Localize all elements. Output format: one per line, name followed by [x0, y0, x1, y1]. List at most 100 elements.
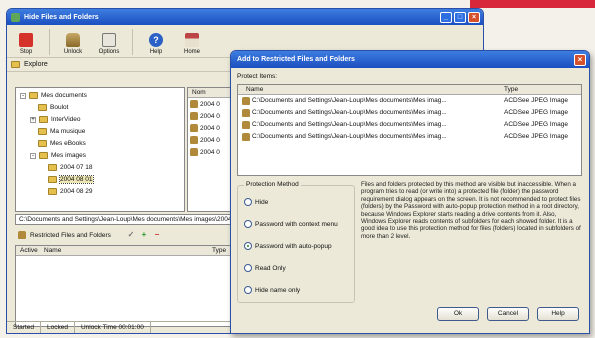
method-hide-name-radio[interactable]: Hide name only: [244, 286, 300, 294]
protect-item-type: ACDSee JPEG Image: [504, 109, 568, 116]
restricted-files-bar: Restricted Files and Folders ✓ + −: [15, 227, 237, 243]
tree-node-label: Boulot: [50, 104, 69, 111]
folder-icon: [48, 164, 57, 171]
locked-folder-icon: [190, 112, 198, 120]
radio-label: Password with context menu: [255, 220, 338, 228]
method-read-only-radio[interactable]: Read Only: [244, 264, 286, 272]
radio-label: Hide: [255, 198, 269, 206]
tree-node[interactable]: + InterVideo: [30, 116, 81, 123]
app-icon: [11, 12, 20, 22]
ok-button[interactable]: Ok: [437, 307, 479, 321]
home-label: Home: [183, 49, 200, 55]
column-name[interactable]: Name: [246, 85, 263, 95]
tree-node-label: Mes eBooks: [50, 140, 86, 147]
tree-node[interactable]: Ma musique: [38, 128, 85, 135]
main-window-title: Hide Files and Folders: [24, 13, 99, 21]
dialog-title-bar[interactable]: Add to Restricted Files and Folders ×: [231, 51, 589, 68]
list-item[interactable]: 2004 0: [188, 110, 236, 122]
list-item[interactable]: 2004 0: [188, 122, 236, 134]
collapse-icon[interactable]: -: [20, 92, 26, 99]
column-name[interactable]: Name: [44, 246, 61, 256]
add-icon[interactable]: +: [140, 231, 148, 239]
cancel-button[interactable]: Cancel: [487, 307, 529, 321]
tree-node[interactable]: 2004 08 29: [48, 188, 93, 195]
protect-items-list[interactable]: Name Type C:\Documents and Settings\Jean…: [237, 84, 582, 176]
remove-icon[interactable]: −: [153, 231, 161, 239]
protect-item-row[interactable]: C:\Documents and Settings\Jean-Loup\Mes …: [238, 107, 581, 119]
protect-item-row[interactable]: C:\Documents and Settings\Jean-Loup\Mes …: [238, 131, 581, 143]
expand-icon[interactable]: +: [30, 116, 36, 123]
folder-icon: [38, 128, 47, 135]
column-active[interactable]: Active: [20, 246, 38, 256]
locked-file-icon: [242, 97, 250, 105]
radio-icon: [244, 220, 252, 228]
protect-item-row[interactable]: C:\Documents and Settings\Jean-Loup\Mes …: [238, 95, 581, 107]
help-button[interactable]: ? Help: [143, 33, 169, 55]
protect-item-name: C:\Documents and Settings\Jean-Loup\Mes …: [252, 97, 447, 104]
list-header-name[interactable]: Nom: [188, 88, 236, 98]
locked-folder-icon: [190, 148, 198, 156]
stop-label: Stop: [19, 49, 33, 55]
locked-file-icon: [242, 121, 250, 129]
close-button[interactable]: ×: [468, 11, 480, 23]
protect-item-type: ACDSee JPEG Image: [504, 121, 568, 128]
stop-button[interactable]: Stop: [13, 33, 39, 55]
options-button[interactable]: Options: [96, 33, 122, 55]
current-path: C:\Documents and Settings\Jean-Loup\Mes …: [15, 214, 237, 225]
help-dialog-button[interactable]: Help: [537, 307, 579, 321]
folder-icon: [38, 140, 47, 147]
column-type[interactable]: Type: [212, 246, 226, 256]
list-item[interactable]: 2004 0: [188, 146, 236, 158]
method-auto-popup-radio[interactable]: Password with auto-popup: [244, 242, 332, 250]
status-unlock-time: Unlock Time 00:01:00: [75, 322, 151, 333]
protection-method-label: Protection Method: [244, 181, 301, 188]
dialog-close-button[interactable]: ×: [574, 53, 586, 66]
help-label: Help: [149, 49, 163, 55]
list-item[interactable]: 2004 0: [188, 98, 236, 110]
folder-tree[interactable]: - Mes documents Boulot + InterVideo Ma m…: [15, 87, 185, 212]
method-context-menu-radio[interactable]: Password with context menu: [244, 220, 338, 228]
minimize-button[interactable]: _: [440, 11, 452, 23]
folder-icon: [48, 188, 57, 195]
protect-item-row[interactable]: C:\Documents and Settings\Jean-Loup\Mes …: [238, 119, 581, 131]
tree-node[interactable]: Mes eBooks: [38, 140, 86, 147]
method-hide-radio[interactable]: Hide: [244, 198, 268, 206]
radio-label: Read Only: [255, 264, 286, 272]
folder-icon: [29, 92, 38, 99]
main-title-bar[interactable]: Hide Files and Folders _ □ ×: [7, 9, 483, 25]
dialog-buttons: Ok Cancel Help: [437, 307, 579, 321]
protect-item-type: ACDSee JPEG Image: [504, 97, 568, 104]
list-item-label: 2004 0: [200, 124, 220, 132]
help-icon: ?: [149, 33, 163, 47]
collapse-icon[interactable]: -: [30, 152, 36, 159]
home-icon: [185, 33, 199, 47]
folder-icon: [39, 116, 48, 123]
radio-icon: [244, 286, 252, 294]
tree-node[interactable]: - Mes images: [30, 152, 86, 159]
tree-node-label: Mes images: [51, 152, 87, 159]
tree-node-label: Mes documents: [41, 92, 87, 99]
tree-node[interactable]: Boulot: [38, 104, 68, 111]
protect-items-label: Protect Items:: [237, 73, 278, 80]
home-button[interactable]: Home: [179, 33, 205, 55]
protect-item-name: C:\Documents and Settings\Jean-Loup\Mes …: [252, 109, 447, 116]
restricted-files-list[interactable]: Active Name Type: [15, 245, 237, 327]
unlock-icon: [66, 33, 80, 47]
lock-icon: [18, 231, 26, 239]
tree-node-label: InterVideo: [51, 116, 81, 123]
locked-file-icon: [242, 133, 250, 141]
options-icon: [102, 33, 116, 47]
column-type[interactable]: Type: [504, 85, 518, 95]
stop-icon: [19, 33, 33, 47]
tree-node[interactable]: 2004 07 18: [48, 164, 93, 171]
check-icon[interactable]: ✓: [127, 231, 135, 239]
locked-folder-icon: [190, 124, 198, 132]
tree-node[interactable]: - Mes documents: [20, 92, 87, 99]
unlock-button[interactable]: Unlock: [60, 33, 86, 55]
tree-node-selected[interactable]: 2004 08 01: [48, 175, 94, 184]
maximize-button[interactable]: □: [454, 11, 466, 23]
tree-node-label: 2004 07 18: [60, 164, 93, 171]
add-restricted-dialog: Add to Restricted Files and Folders × Pr…: [230, 50, 590, 334]
protect-item-type: ACDSee JPEG Image: [504, 133, 568, 140]
list-item[interactable]: 2004 0: [188, 134, 236, 146]
